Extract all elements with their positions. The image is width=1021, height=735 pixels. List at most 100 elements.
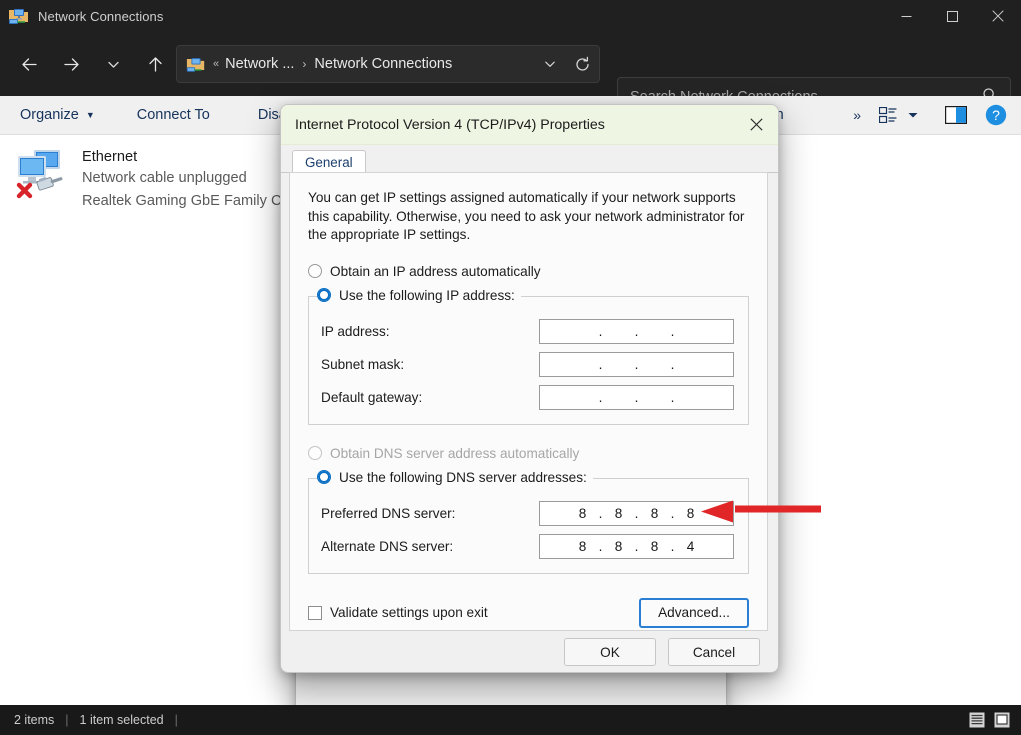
- item-count: 2 items: [14, 713, 54, 727]
- view-caret-chevron-down-icon[interactable]: [907, 109, 919, 121]
- address-chevron-down-icon[interactable]: [535, 49, 565, 79]
- checkbox-indicator: [308, 606, 322, 620]
- subnet-mask-input[interactable]: . . .: [539, 352, 734, 377]
- ip-dot: .: [595, 506, 606, 521]
- octet-3[interactable]: 8: [642, 506, 667, 521]
- tab-general-label: General: [305, 155, 353, 170]
- dialog-footer: OK Cancel: [281, 632, 778, 672]
- organize-caret-icon: ▼: [86, 110, 95, 120]
- ip-dot: .: [595, 539, 606, 554]
- obtain-dns-automatically-label: Obtain DNS server address automatically: [330, 446, 579, 461]
- network-connections-icon: [8, 7, 30, 25]
- address-network-connections-icon: [186, 56, 206, 73]
- validate-settings-checkbox[interactable]: Validate settings upon exit: [308, 605, 488, 620]
- validate-settings-label: Validate settings upon exit: [330, 605, 488, 620]
- ip-dot: .: [595, 390, 606, 405]
- cancel-button-label: Cancel: [693, 645, 735, 660]
- dialog-titlebar: Internet Protocol Version 4 (TCP/IPv4) P…: [281, 105, 778, 145]
- dialog-close-button[interactable]: [734, 106, 778, 144]
- advanced-button[interactable]: Advanced...: [639, 598, 749, 628]
- list-item[interactable]: Ethernet Network cable unplugged Realtek…: [14, 146, 282, 213]
- navigation-bar: « Network ... › Network Connections Sear…: [0, 32, 1021, 96]
- ip-dot: .: [595, 357, 606, 372]
- default-gateway-label: Default gateway:: [321, 390, 539, 405]
- use-following-dns-label: Use the following DNS server addresses:: [339, 470, 587, 485]
- octet-3[interactable]: 8: [642, 539, 667, 554]
- connection-name: Ethernet: [82, 148, 282, 167]
- breadcrumb-overflow[interactable]: «: [213, 58, 219, 70]
- octet-4[interactable]: 4: [678, 539, 703, 554]
- overflow-chevrons-icon[interactable]: »: [853, 107, 861, 123]
- use-following-ip-label: Use the following IP address:: [339, 288, 515, 303]
- refresh-icon[interactable]: [567, 49, 597, 79]
- breadcrumb-current[interactable]: Network Connections: [314, 56, 452, 72]
- recent-locations-chevron-down-icon[interactable]: [96, 47, 130, 81]
- obtain-ip-automatically-radio[interactable]: Obtain an IP address automatically: [308, 264, 767, 279]
- ip-address-input[interactable]: . . .: [539, 319, 734, 344]
- preview-pane-icon[interactable]: [945, 106, 967, 124]
- dialog-tabstrip: General: [281, 145, 778, 173]
- window-titlebar: Network Connections: [0, 0, 1021, 32]
- breadcrumb-segment[interactable]: Network ...: [225, 56, 294, 72]
- organize-menu-button[interactable]: Organize ▼: [20, 107, 95, 123]
- tcpipv4-properties-dialog: Internet Protocol Version 4 (TCP/IPv4) P…: [280, 104, 779, 673]
- organize-label: Organize: [20, 107, 79, 123]
- radio-indicator: [308, 446, 322, 460]
- back-arrow-icon[interactable]: [12, 47, 46, 81]
- subnet-mask-row: Subnet mask: . . .: [321, 352, 734, 377]
- close-button[interactable]: [975, 0, 1021, 32]
- radio-indicator: [308, 264, 322, 278]
- maximize-button[interactable]: [929, 0, 975, 32]
- connection-status: Network cable unplugged: [82, 167, 282, 190]
- advanced-button-label: Advanced...: [658, 605, 730, 620]
- help-icon[interactable]: ?: [985, 104, 1007, 126]
- ok-button-label: OK: [600, 645, 620, 660]
- breadcrumb-separator: ›: [302, 57, 306, 71]
- use-following-dns-radio[interactable]: Use the following DNS server addresses:: [317, 470, 593, 485]
- ip-dot: .: [631, 539, 642, 554]
- details-view-icon[interactable]: [968, 711, 986, 729]
- connect-to-label: Connect To: [137, 107, 210, 123]
- octet-2[interactable]: 8: [606, 539, 631, 554]
- window-controls: [883, 0, 1021, 32]
- subnet-mask-label: Subnet mask:: [321, 357, 539, 372]
- annotation-arrow-icon: [697, 498, 821, 529]
- address-bar-actions: [535, 49, 599, 79]
- validate-advanced-row: Validate settings upon exit Advanced...: [308, 598, 749, 628]
- default-gateway-input[interactable]: . . .: [539, 385, 734, 410]
- minimize-button[interactable]: [883, 0, 929, 32]
- radio-indicator: [317, 470, 331, 484]
- ip-dot: .: [631, 390, 642, 405]
- cancel-button[interactable]: Cancel: [668, 638, 760, 666]
- large-icons-view-icon[interactable]: [993, 711, 1011, 729]
- address-bar[interactable]: « Network ... › Network Connections: [176, 45, 600, 83]
- ip-dot: .: [667, 324, 678, 339]
- manual-dns-groupbox: Use the following DNS server addresses: …: [308, 478, 749, 574]
- status-separator: |: [65, 713, 68, 727]
- alternate-dns-input[interactable]: 8 . 8 . 8 . 4: [539, 534, 734, 559]
- ok-button[interactable]: OK: [564, 638, 656, 666]
- ip-dot: .: [667, 506, 678, 521]
- up-arrow-icon[interactable]: [138, 47, 172, 81]
- ip-address-label: IP address:: [321, 324, 539, 339]
- view-layout-icon[interactable]: [879, 107, 897, 123]
- window-title: Network Connections: [38, 9, 163, 24]
- tab-general[interactable]: General: [292, 150, 366, 173]
- svg-text:?: ?: [992, 107, 1000, 123]
- alternate-dns-row: Alternate DNS server: 8 . 8 . 8 . 4: [321, 534, 734, 559]
- ip-dot: .: [631, 324, 642, 339]
- ip-address-row: IP address: . . .: [321, 319, 734, 344]
- octet-2[interactable]: 8: [606, 506, 631, 521]
- preferred-dns-row: Preferred DNS server: 8 . 8 . 8 . 8: [321, 501, 734, 526]
- ip-dot: .: [667, 390, 678, 405]
- obtain-dns-automatically-radio[interactable]: Obtain DNS server address automatically: [308, 446, 767, 461]
- status-trailing-separator: |: [175, 713, 178, 727]
- connect-to-button[interactable]: Connect To: [137, 107, 210, 123]
- octet-1[interactable]: 8: [570, 539, 595, 554]
- forward-arrow-icon[interactable]: [54, 47, 88, 81]
- connection-adapter: Realtek Gaming GbE Family C: [82, 190, 282, 213]
- octet-1[interactable]: 8: [570, 506, 595, 521]
- manual-ip-groupbox: Use the following IP address: IP address…: [308, 296, 749, 425]
- use-following-ip-radio[interactable]: Use the following IP address:: [317, 288, 521, 303]
- command-bar-right: »: [853, 104, 1021, 126]
